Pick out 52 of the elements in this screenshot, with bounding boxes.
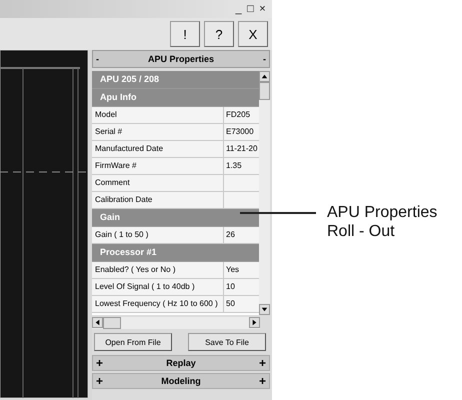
rollout-title: Replay [166,358,196,368]
collapse-sign: - [263,54,266,64]
window-control[interactable]: _ [233,3,244,15]
scroll-left-icon[interactable] [92,317,103,328]
property-value[interactable]: 1.35 [224,158,259,174]
group-header: APU 205 / 208 [92,71,259,89]
property-value[interactable]: 26 [224,227,259,243]
property-name: FirmWare # [92,158,224,174]
property-value[interactable]: Yes [224,262,259,278]
property-name: Gain ( 1 to 50 ) [92,227,224,243]
toolbar-button[interactable]: ! [170,21,200,47]
window-control[interactable]: × [257,3,268,15]
expand-sign: + [258,356,266,370]
scroll-thumb[interactable] [259,82,270,100]
scroll-right-icon[interactable] [249,317,260,328]
property-name: Model [92,107,224,123]
collapse-sign: - [96,54,99,64]
expand-sign: + [96,356,104,370]
property-value[interactable]: FD205 [224,107,259,123]
property-value[interactable]: 10 [224,279,259,295]
toolbar-button[interactable]: ? [204,21,234,47]
callout-label: Roll - Out [327,222,396,241]
file-button[interactable]: Save To File [188,333,266,351]
property-name: Level Of Signal ( 1 to 40db ) [92,279,224,295]
property-name: Manufactured Date [92,141,224,157]
rollout-header[interactable]: + Modeling + [92,373,270,389]
property-value[interactable]: E73000 [224,124,259,140]
rollout-header[interactable]: + Replay + [92,355,270,371]
property-name: Enabled? ( Yes or No ) [92,262,224,278]
property-value[interactable]: 11-21-20 [224,141,259,157]
toolbar-button[interactable]: X [238,21,268,47]
group-header: Processor #1 [92,244,259,262]
property-name: Calibration Date [92,192,224,208]
property-value[interactable]: 50 [224,296,259,312]
window-control[interactable]: □ [245,3,256,15]
scroll-down-icon[interactable] [259,304,270,315]
property-name: Comment [92,175,224,191]
scroll-thumb[interactable] [103,317,121,329]
rollout-title: Modeling [161,376,201,386]
property-name: Lowest Frequency ( Hz 10 to 600 ) [92,296,224,312]
horizontal-scrollbar[interactable] [92,317,260,329]
panel-title: APU Properties [148,54,214,64]
panel-header[interactable]: - APU Properties - [92,50,270,68]
expand-sign: + [96,374,104,388]
callout-label: APU Properties [327,203,438,222]
vertical-scrollbar[interactable] [259,71,270,315]
scroll-up-icon[interactable] [259,71,270,82]
file-button[interactable]: Open From File [94,333,172,351]
group-header: Gain [92,209,259,227]
expand-sign: + [258,374,266,388]
property-name: Serial # [92,124,224,140]
group-header: Apu Info [92,89,259,107]
